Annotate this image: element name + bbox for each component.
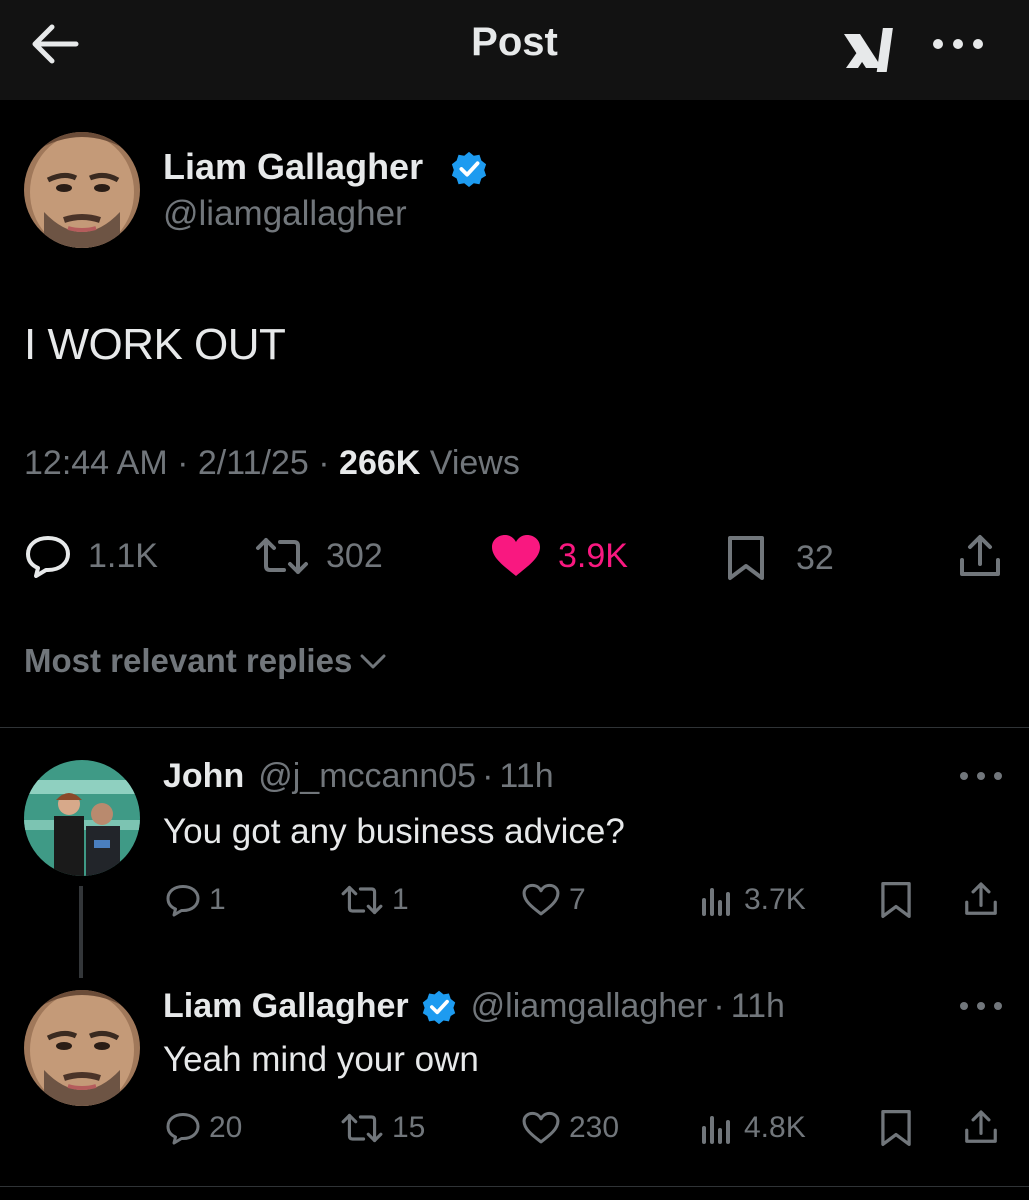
thread-connector-line xyxy=(79,886,83,978)
bookmark-icon[interactable] xyxy=(878,1108,914,1148)
reply-text: You got any business advice? xyxy=(163,812,625,851)
author-handle[interactable]: @liamgallagher xyxy=(163,194,407,234)
replies-sort-dropdown[interactable]: Most relevant replies xyxy=(24,642,388,680)
share-icon[interactable] xyxy=(962,1108,1000,1146)
reply-reply-button[interactable]: 1 xyxy=(165,882,226,918)
repost-icon xyxy=(341,885,383,915)
analytics-icon xyxy=(702,1116,730,1144)
author-avatar[interactable] xyxy=(24,132,140,248)
like-count: 230 xyxy=(569,1111,620,1144)
post-text: I WORK OUT xyxy=(24,320,286,369)
reply-separator: · xyxy=(482,757,494,795)
meta-separator: · xyxy=(318,444,330,482)
more-horizontal-icon[interactable] xyxy=(928,26,988,62)
views-label: Views xyxy=(429,444,520,482)
chevron-down-icon xyxy=(360,654,386,669)
views-count: 266K xyxy=(339,444,421,482)
bookmark-icon[interactable] xyxy=(878,880,914,920)
top-bar: Post xyxy=(0,0,1029,100)
author-name[interactable]: Liam Gallagher xyxy=(163,146,423,188)
reply-icon xyxy=(166,1113,200,1145)
heart-filled-icon xyxy=(492,535,540,576)
reply-views-button[interactable]: 3.7K xyxy=(700,882,806,918)
post-meta: 12:44 AM · 2/11/25 · 266K Views xyxy=(24,444,520,483)
reply-separator: · xyxy=(713,987,725,1025)
reply-count: 1 xyxy=(209,883,226,916)
reply-author-name[interactable]: Liam Gallagher xyxy=(163,987,409,1026)
divider xyxy=(0,1186,1029,1187)
more-horizontal-icon[interactable] xyxy=(958,768,1004,784)
like-count: 7 xyxy=(569,883,586,916)
views-count: 4.8K xyxy=(744,1111,806,1144)
repost-count: 302 xyxy=(326,536,383,575)
more-horizontal-icon[interactable] xyxy=(958,998,1004,1014)
reply-repost-button[interactable]: 1 xyxy=(340,882,409,918)
repost-icon xyxy=(256,538,308,574)
analytics-icon xyxy=(702,888,730,916)
views-count: 3.7K xyxy=(744,883,806,916)
grok-icon[interactable] xyxy=(838,20,904,76)
like-count: 3.9K xyxy=(558,536,628,575)
like-button[interactable]: 3.9K xyxy=(490,534,628,578)
reply-button[interactable]: 1.1K xyxy=(24,534,158,578)
divider xyxy=(0,727,1029,728)
repost-count: 1 xyxy=(392,883,409,916)
repost-count: 15 xyxy=(392,1111,426,1144)
reply-author-handle[interactable]: @liamgallagher xyxy=(471,987,708,1026)
share-icon[interactable] xyxy=(956,532,1004,580)
reply-repost-button[interactable]: 15 xyxy=(340,1110,425,1146)
verified-badge-icon xyxy=(451,151,487,188)
post-date: 2/11/25 xyxy=(197,444,309,482)
heart-icon xyxy=(522,883,560,916)
reply-header: Liam Gallagher @liamgallagher · 11h xyxy=(163,987,785,1026)
reply-time: 11h xyxy=(730,987,785,1025)
repost-button[interactable]: 302 xyxy=(254,534,383,578)
reply-text: Yeah mind your own xyxy=(163,1040,479,1079)
reply-avatar-liam[interactable] xyxy=(24,990,140,1106)
reply-icon xyxy=(26,536,70,578)
reply-author-handle[interactable]: @j_mccann05 xyxy=(258,757,476,796)
reply-reply-button[interactable]: 20 xyxy=(165,1110,242,1146)
replies-sort-label: Most relevant replies xyxy=(24,642,353,679)
reply-avatar-john[interactable] xyxy=(24,760,140,876)
reply-like-button[interactable]: 7 xyxy=(521,882,586,918)
verified-badge-icon xyxy=(422,990,455,1024)
post-time: 12:44 AM xyxy=(24,444,168,482)
heart-icon xyxy=(522,1111,560,1144)
share-icon[interactable] xyxy=(962,880,1000,918)
reply-views-button[interactable]: 4.8K xyxy=(700,1110,806,1146)
meta-separator: · xyxy=(177,444,189,482)
reply-author-name[interactable]: John xyxy=(163,757,244,796)
reply-count: 1.1K xyxy=(88,536,158,575)
repost-icon xyxy=(341,1113,383,1143)
bookmark-icon xyxy=(728,536,764,580)
bookmark-button[interactable]: 32 xyxy=(724,534,834,582)
reply-header: John @j_mccann05 · 11h xyxy=(163,757,554,796)
reply-time: 11h xyxy=(499,757,554,795)
reply-icon xyxy=(166,885,200,917)
reply-like-button[interactable]: 230 xyxy=(521,1110,619,1146)
reply-count: 20 xyxy=(209,1111,243,1144)
bookmark-count: 32 xyxy=(796,538,834,577)
